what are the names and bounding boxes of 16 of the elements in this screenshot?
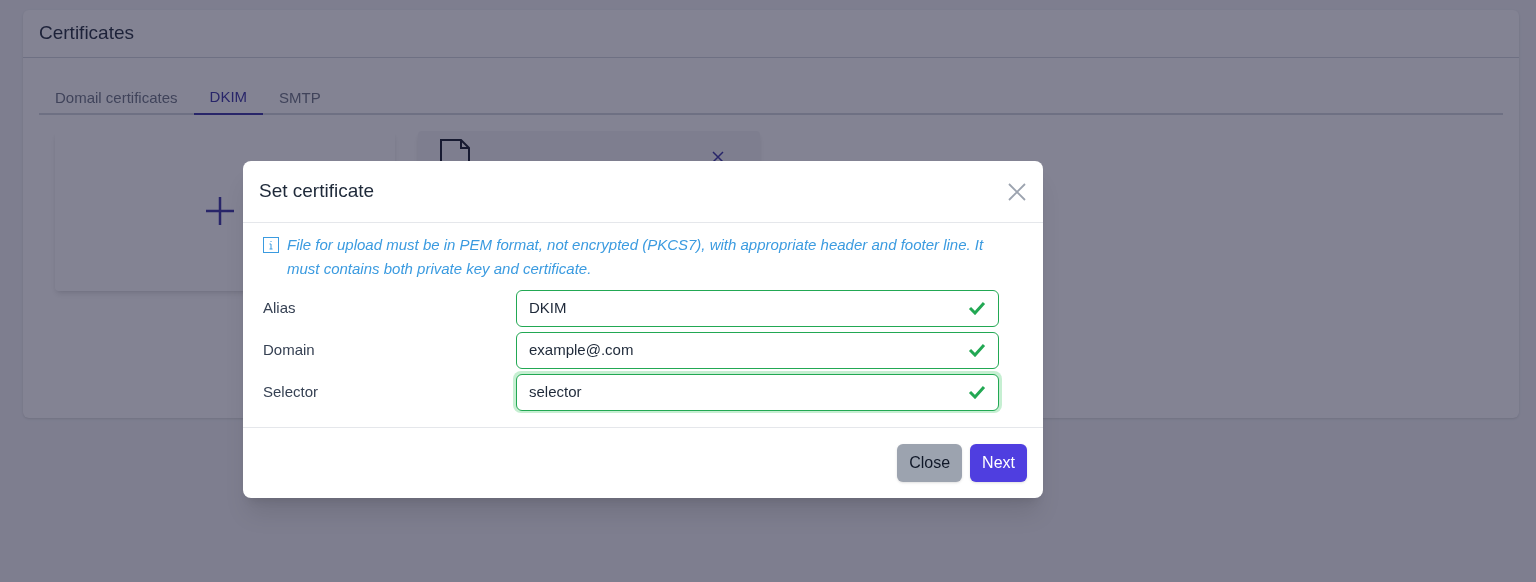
- field-label: Domain: [262, 339, 316, 360]
- plus-icon: [204, 195, 236, 227]
- close-button[interactable]: Close: [897, 444, 963, 482]
- input-field[interactable]: DKIM: [513, 287, 1002, 329]
- field-label: Alias: [262, 297, 297, 318]
- dialog-title: Set certificate: [259, 179, 375, 204]
- info-message: File for upload must be in PEM format, not encrypted (PKCS7), with appropriate header and footer line. It must contains both private key and certificate.: [287, 235, 985, 279]
- panel-title: Certificates: [39, 21, 135, 46]
- field-label: Selector: [262, 381, 320, 402]
- document-icon: [440, 139, 470, 161]
- input-field[interactable]: example@.com: [513, 329, 1002, 371]
- info-icon: [263, 237, 279, 253]
- next-button[interactable]: Next: [970, 444, 1027, 482]
- tab[interactable]: DKIM: [193, 82, 264, 115]
- input-field[interactable]: selector: [513, 371, 1002, 413]
- close-icon[interactable]: [712, 151, 724, 163]
